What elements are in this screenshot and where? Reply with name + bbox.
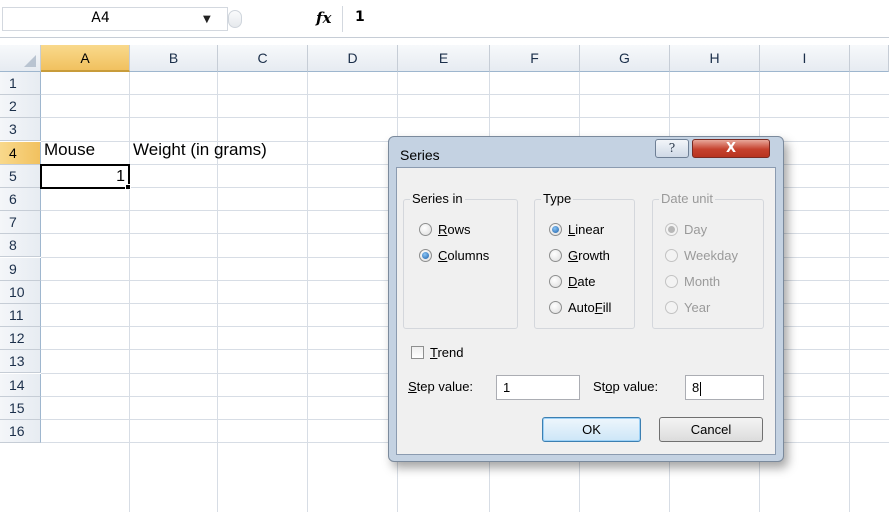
- radio-date-dot[interactable]: [549, 275, 562, 288]
- name-box-value: A4: [91, 10, 110, 26]
- radio-day: Day: [665, 222, 707, 237]
- select-all-corner[interactable]: [0, 45, 41, 72]
- radio-day-dot: [665, 223, 678, 236]
- radio-autofill[interactable]: AutoFill: [549, 300, 611, 315]
- row-header-11[interactable]: 11: [0, 304, 41, 327]
- formula-divider: [342, 6, 343, 32]
- radio-rows-label: Rows: [438, 222, 471, 237]
- formula-input[interactable]: 1: [355, 9, 365, 25]
- row-header-7[interactable]: 7: [0, 211, 41, 235]
- radio-columns-dot[interactable]: [419, 249, 432, 262]
- row-header-13[interactable]: 13: [0, 350, 41, 374]
- row-header-1[interactable]: 1: [0, 72, 41, 95]
- insert-function-icon[interactable]: fx: [316, 9, 331, 27]
- type-label: Type: [541, 191, 574, 206]
- formula-bar: A4 ▼ fx 1: [0, 0, 889, 38]
- cell-A4-active[interactable]: 1: [40, 164, 130, 189]
- row-header-4[interactable]: 4: [0, 141, 41, 165]
- gridline-vertical: [307, 72, 308, 512]
- help-button[interactable]: ?: [655, 139, 689, 158]
- radio-month: Month: [665, 274, 720, 289]
- radio-year-dot: [665, 301, 678, 314]
- radio-year: Year: [665, 300, 710, 315]
- column-header-c[interactable]: C: [218, 45, 308, 72]
- column-header-e[interactable]: E: [398, 45, 490, 72]
- close-button[interactable]: X: [692, 139, 770, 158]
- step-value-input[interactable]: 1: [496, 375, 580, 400]
- column-header-g[interactable]: G: [580, 45, 670, 72]
- radio-month-label: Month: [684, 274, 721, 289]
- radio-linear[interactable]: Linear: [549, 222, 604, 237]
- step-value-label: Step value:: [408, 379, 474, 394]
- row-header-2[interactable]: 2: [0, 95, 41, 119]
- cell-B3[interactable]: Weight (in grams): [133, 140, 267, 160]
- row-header-5[interactable]: 5: [0, 164, 41, 188]
- radio-month-dot: [665, 275, 678, 288]
- series-dialog: Series ? X Series in Rows Columns Type L…: [388, 136, 784, 462]
- column-header-i[interactable]: I: [760, 45, 850, 72]
- row-header-9[interactable]: 9: [0, 257, 41, 281]
- stop-value-input[interactable]: 8: [685, 375, 764, 400]
- gridline-vertical: [849, 72, 850, 512]
- gridline-vertical: [217, 72, 218, 512]
- select-all-icon: [24, 55, 36, 67]
- name-box[interactable]: A4 ▼: [2, 7, 228, 31]
- radio-day-label: Day: [684, 222, 708, 237]
- column-header-a[interactable]: A: [41, 45, 130, 72]
- radio-rows-dot[interactable]: [419, 223, 432, 236]
- trend-checkbox[interactable]: Trend: [411, 345, 464, 360]
- radio-columns-label: Columns: [438, 248, 490, 263]
- trend-label: Trend: [430, 345, 464, 360]
- stop-value-label: Stop value:: [593, 379, 659, 394]
- column-header-d[interactable]: D: [308, 45, 398, 72]
- radio-weekday-dot: [665, 249, 678, 262]
- radio-weekday-label: Weekday: [684, 248, 738, 263]
- ok-button[interactable]: OK: [542, 417, 641, 442]
- chevron-down-icon[interactable]: ▼: [203, 14, 211, 25]
- series-in-label: Series in: [410, 191, 465, 206]
- dialog-title: Series: [400, 147, 440, 163]
- gridline-horizontal: [41, 117, 889, 119]
- row-header-6[interactable]: 6: [0, 188, 41, 211]
- radio-autofill-dot[interactable]: [549, 301, 562, 314]
- formula-bar-splitter[interactable]: [228, 6, 242, 32]
- radio-linear-dot[interactable]: [549, 223, 562, 236]
- row-header-3[interactable]: 3: [0, 118, 41, 142]
- column-header-h[interactable]: H: [670, 45, 760, 72]
- date-unit-label: Date unit: [659, 191, 716, 206]
- column-header-b[interactable]: B: [130, 45, 218, 72]
- gridline-vertical: [129, 72, 130, 512]
- radio-growth[interactable]: Growth: [549, 248, 610, 263]
- cancel-button[interactable]: Cancel: [659, 417, 763, 442]
- radio-date-label: Date: [568, 274, 596, 289]
- radio-year-label: Year: [684, 300, 711, 315]
- stop-value-text: 8: [692, 380, 700, 395]
- fill-handle[interactable]: [125, 184, 131, 190]
- row-header-12[interactable]: 12: [0, 327, 41, 351]
- radio-columns[interactable]: Columns: [419, 248, 489, 263]
- row-header-14[interactable]: 14: [0, 373, 41, 397]
- radio-growth-dot[interactable]: [549, 249, 562, 262]
- radio-growth-label: Growth: [568, 248, 610, 263]
- radio-rows[interactable]: Rows: [419, 222, 471, 237]
- radio-linear-label: Linear: [568, 222, 605, 237]
- radio-date[interactable]: Date: [549, 274, 595, 289]
- radio-weekday: Weekday: [665, 248, 738, 263]
- row-header-10[interactable]: 10: [0, 280, 41, 304]
- cell-A3[interactable]: Mouse: [44, 140, 95, 160]
- row-header-16[interactable]: 16: [0, 420, 41, 443]
- dialog-body: Series in Rows Columns Type Linear Growt…: [396, 167, 776, 455]
- series-in-group: Series in: [403, 191, 518, 329]
- trend-checkbox-box[interactable]: [411, 346, 424, 359]
- row-header-8[interactable]: 8: [0, 234, 41, 258]
- text-caret: [700, 381, 702, 396]
- column-header-f[interactable]: F: [490, 45, 580, 72]
- splitter-knob-icon: [228, 10, 242, 28]
- gridline-horizontal: [41, 94, 889, 96]
- column-header-filler: [850, 45, 889, 72]
- row-header-15[interactable]: 15: [0, 396, 41, 420]
- radio-autofill-label: AutoFill: [568, 300, 612, 315]
